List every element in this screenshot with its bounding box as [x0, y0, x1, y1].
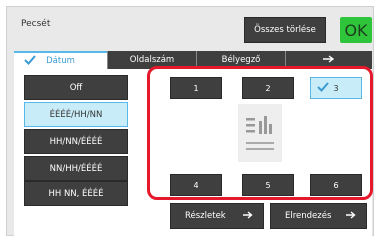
position-area-highlight	[147, 66, 373, 200]
tab-stamp-label: Bélyegző	[221, 55, 261, 65]
details-button[interactable]: Részletek	[170, 203, 264, 229]
dialog-title: Pecsét	[21, 19, 51, 29]
layout-label: Elrendezés	[285, 211, 332, 221]
format-option-mm-dd-comma-yyyy[interactable]: HH NN, ÉÉÉÉ	[24, 181, 128, 206]
format-option-off[interactable]: Off	[24, 75, 128, 100]
tab-page-number-label: Oldalszám	[129, 55, 175, 65]
arrow-right-icon	[323, 54, 335, 66]
clear-all-button[interactable]: Összes törlése	[244, 17, 326, 43]
tab-date[interactable]: Dátum	[14, 51, 107, 69]
details-label: Részletek	[185, 211, 226, 221]
format-option-mm-dd-yyyy[interactable]: HH/NN/ÉÉÉÉ	[24, 129, 128, 154]
layout-button[interactable]: Elrendezés	[270, 203, 367, 229]
format-option-dd-mm-yyyy[interactable]: NN/HH/ÉÉÉÉ	[24, 156, 128, 181]
ok-button[interactable]: OK	[340, 17, 372, 43]
format-option-yyyy-mm-dd[interactable]: ÉÉÉÉ/HH/NN	[24, 102, 128, 127]
arrow-right-icon	[346, 210, 356, 222]
checkmark-icon	[24, 54, 36, 69]
tab-date-label: Dátum	[46, 56, 75, 66]
arrow-right-icon	[243, 210, 253, 222]
